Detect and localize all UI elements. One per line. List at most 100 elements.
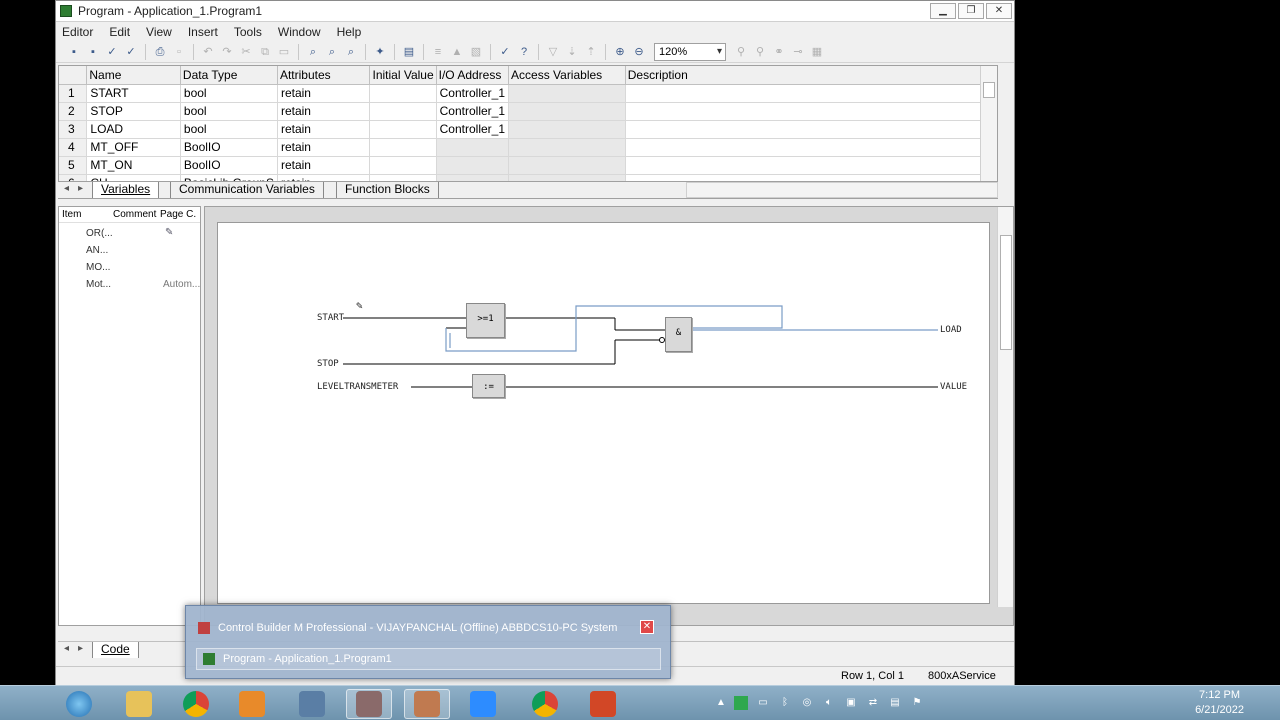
cell-data-type[interactable]: bool — [180, 120, 278, 139]
grid-icon[interactable]: ▦ — [809, 44, 825, 60]
menu-window[interactable]: Window — [278, 25, 321, 39]
cell-data-type[interactable]: BoolIO — [180, 156, 278, 175]
insert-icon[interactable]: ✦ — [372, 44, 388, 60]
media-player-icon[interactable] — [229, 689, 275, 719]
print-preview-icon[interactable]: ▫ — [171, 44, 187, 60]
tab-function-blocks[interactable]: Function Blocks — [336, 182, 439, 198]
split-view-icon[interactable]: ▤ — [401, 44, 417, 60]
zoom-out-icon[interactable]: ⊖ — [631, 44, 647, 60]
cell-initial-value[interactable] — [369, 174, 437, 181]
menu-help[interactable]: Help — [337, 25, 362, 39]
outline-item-and[interactable]: AN... — [86, 245, 108, 256]
code-vscrollbar[interactable] — [997, 207, 1013, 607]
input-stop[interactable]: STOP — [317, 359, 339, 369]
sort-up-icon[interactable]: ⇡ — [583, 44, 599, 60]
cell-initial-value[interactable] — [369, 102, 437, 121]
plant-explorer-icon[interactable] — [346, 689, 392, 719]
disconnect-icon[interactable]: ⚲ — [752, 44, 768, 60]
cell-io-address[interactable] — [436, 138, 510, 157]
cell-initial-value[interactable] — [369, 156, 437, 175]
cell-description[interactable] — [625, 120, 997, 139]
menu-tools[interactable]: Tools — [234, 25, 262, 39]
save-all-icon[interactable]: ▪ — [85, 44, 101, 60]
teamviewer-icon[interactable]: ⇄ — [866, 696, 880, 710]
table-scrollbar[interactable] — [980, 66, 997, 181]
filter-icon[interactable]: ▽ — [545, 44, 561, 60]
chrome-2-icon[interactable] — [522, 689, 568, 719]
tray-expand-icon[interactable]: ▲ — [714, 696, 728, 710]
volume-icon[interactable]: 🔈︎ — [822, 696, 836, 710]
help-icon[interactable]: ? — [516, 44, 532, 60]
tray-app-icon[interactable]: ◎ — [800, 696, 814, 710]
col-name[interactable]: Name — [86, 66, 181, 85]
menu-view[interactable]: View — [146, 25, 172, 39]
cell-io-address[interactable] — [436, 156, 510, 175]
cell-attributes[interactable]: retain — [277, 138, 371, 157]
zoom-app-icon[interactable] — [460, 689, 506, 719]
outline-item-mo[interactable]: MO... — [86, 262, 110, 273]
cell-data-type[interactable]: BasicLib.GroupS — [180, 174, 278, 181]
menu-insert[interactable]: Insert — [188, 25, 218, 39]
table-row[interactable]: 2 STOP bool retain Controller_1 — [59, 102, 997, 121]
tray-green-icon[interactable] — [734, 696, 748, 710]
if-then-icon[interactable]: ≡ — [430, 44, 446, 60]
zoom-select[interactable]: 120% — [654, 42, 726, 61]
outline-col-item[interactable]: Item — [59, 209, 113, 220]
tab-next-icon[interactable]: ▸ — [78, 183, 83, 194]
col-data-type[interactable]: Data Type — [180, 66, 278, 85]
cell-access-variables[interactable] — [508, 174, 626, 181]
cell-description[interactable] — [625, 84, 997, 103]
copy-icon[interactable]: ⧉ — [257, 44, 273, 60]
check-icon[interactable]: ✓ — [104, 44, 120, 60]
cell-access-variables[interactable] — [508, 84, 626, 103]
outline-item-or[interactable]: OR(... — [86, 228, 113, 239]
cell-io-address[interactable]: Controller_1 — [436, 84, 510, 103]
cell-attributes[interactable]: retain — [277, 120, 371, 139]
cell-description[interactable] — [625, 156, 997, 175]
table-row[interactable]: 4 MT_OFF BoolIO retain — [59, 138, 997, 157]
cell-access-variables[interactable] — [508, 156, 626, 175]
tray-chat-icon[interactable]: ▭ — [756, 696, 770, 710]
save-icon[interactable]: ▪ — [66, 44, 82, 60]
zoom-in-icon[interactable]: ⊕ — [612, 44, 628, 60]
undo-icon[interactable]: ↶ — [200, 44, 216, 60]
online-icon[interactable]: ✓ — [497, 44, 513, 60]
popup-close-button[interactable]: ✕ — [640, 620, 654, 634]
table-row[interactable]: 6CHBasicLib.GroupSretain — [59, 174, 997, 181]
or-gate[interactable]: >=1 — [466, 303, 505, 338]
cell-description[interactable] — [625, 174, 997, 181]
output-value[interactable]: VALUE — [940, 382, 967, 392]
assign-block[interactable]: := — [472, 374, 505, 398]
cell-access-variables[interactable] — [508, 120, 626, 139]
cell-description[interactable] — [625, 102, 997, 121]
col-io-address[interactable]: I/O Address — [436, 66, 510, 85]
replace-icon[interactable]: ⌕ — [343, 44, 359, 60]
cell-attributes[interactable]: retain — [277, 156, 371, 175]
cell-initial-value[interactable] — [369, 120, 437, 139]
tab-prev-icon[interactable]: ◂ — [64, 183, 69, 194]
tray-monitor-icon[interactable]: ▤ — [888, 696, 902, 710]
cell-initial-value[interactable] — [369, 138, 437, 157]
col-attributes[interactable]: Attributes — [277, 66, 371, 85]
tab-communication-variables[interactable]: Communication Variables — [170, 182, 324, 198]
cell-access-variables[interactable] — [508, 102, 626, 121]
start-orb-icon[interactable] — [56, 689, 102, 719]
cell-io-address[interactable]: Controller_1 — [436, 120, 510, 139]
code-tab-next-icon[interactable]: ▸ — [78, 643, 83, 654]
table-row[interactable]: 5 MT_ON BoolIO retain — [59, 156, 997, 175]
check-all-icon[interactable]: ✓ — [123, 44, 139, 60]
tools-icon[interactable] — [404, 689, 450, 719]
print-icon[interactable]: ⎙ — [152, 44, 168, 60]
find-icon[interactable]: ⌕ — [305, 44, 321, 60]
connect-icon[interactable]: ⚲ — [733, 44, 749, 60]
powerpoint-icon[interactable] — [580, 689, 626, 719]
tab-variables[interactable]: Variables — [92, 182, 160, 198]
cell-attributes[interactable]: retain — [277, 102, 371, 121]
redo-icon[interactable]: ↷ — [219, 44, 235, 60]
menu-edit[interactable]: Edit — [109, 25, 130, 39]
minimize-button[interactable]: ▁ — [930, 3, 956, 19]
input-leveltransmeter[interactable]: LEVELTRANSMETER — [317, 382, 398, 392]
tabs-hscrollbar[interactable] — [686, 182, 998, 198]
col-initial-value[interactable]: Initial Value — [369, 66, 437, 85]
cut-icon[interactable]: ✂ — [238, 44, 254, 60]
